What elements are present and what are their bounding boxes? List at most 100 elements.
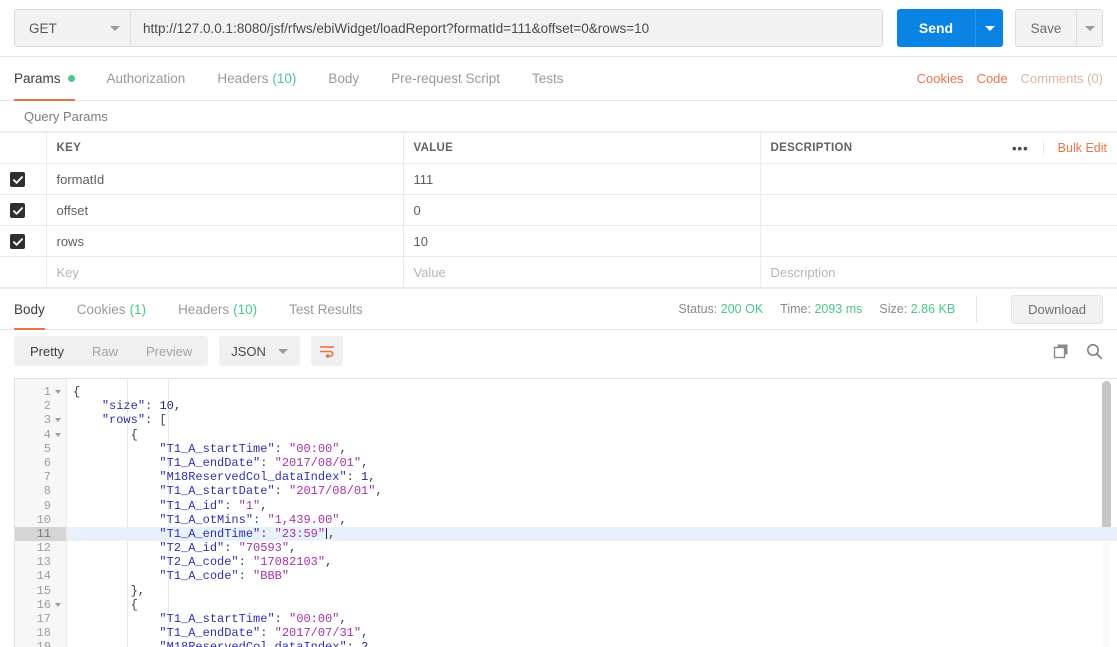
code-line: "M18ReservedCol_dataIndex": 1, <box>159 470 376 485</box>
line-number: 7 <box>43 470 51 485</box>
line-number: 15 <box>36 583 51 598</box>
send-button[interactable]: Send <box>897 9 975 47</box>
url-input[interactable]: http://127.0.0.1:8080/jsf/rfws/ebiWidget… <box>131 9 883 47</box>
send-options-button[interactable] <box>975 9 1003 47</box>
http-method-select[interactable]: GET <box>14 9 131 47</box>
response-tab-test-results[interactable]: Test Results <box>273 289 379 329</box>
body-toolbar-actions <box>1053 343 1103 360</box>
new-key-input[interactable]: Key <box>46 256 404 288</box>
code-line: { <box>130 597 138 612</box>
format-select[interactable]: JSON <box>219 336 300 366</box>
row-description[interactable] <box>760 194 1117 226</box>
header-key: KEY <box>46 132 404 164</box>
tab-headers-count: (10) <box>272 71 297 86</box>
format-select-label: JSON <box>231 343 266 359</box>
save-options-button[interactable] <box>1077 9 1103 47</box>
status-label: Status: <box>678 302 718 316</box>
code-line: "T1_A_startTime": "00:00", <box>159 441 347 456</box>
checkbox-icon[interactable] <box>10 172 25 188</box>
copy-button[interactable] <box>1053 343 1070 360</box>
checkbox-icon[interactable] <box>10 234 25 250</box>
fold-arrow-icon[interactable] <box>55 432 61 437</box>
search-button[interactable] <box>1086 343 1103 360</box>
tab-body-label: Body <box>328 71 360 86</box>
line-number: 10 <box>36 512 51 527</box>
line-number: 6 <box>43 455 51 470</box>
json-code-area[interactable]: { "size": 10, "rows": [ { "T1_A_startTim… <box>67 379 1117 647</box>
bulk-edit-link[interactable]: Bulk Edit <box>1042 141 1107 155</box>
response-tab-cookies-count: (1) <box>129 301 147 317</box>
more-options-icon[interactable]: ••• <box>998 142 1043 155</box>
line-number: 18 <box>36 626 51 641</box>
row-key[interactable]: offset <box>46 194 404 226</box>
view-mode-raw[interactable]: Raw <box>78 338 132 364</box>
tab-body[interactable]: Body <box>312 57 375 100</box>
code-line: "T1_A_startTime": "00:00", <box>159 612 347 626</box>
code-line: "M18ReservedCol_dataIndex": 2, <box>67 640 1117 647</box>
code-link[interactable]: Code <box>977 71 1008 86</box>
code-line: "T1_A_endTime": "23:59", <box>67 526 1117 542</box>
row-description[interactable] <box>760 163 1117 195</box>
row-value[interactable]: 111 <box>403 163 761 195</box>
line-number: 17 <box>36 612 51 626</box>
cookies-link[interactable]: Cookies <box>917 71 964 86</box>
tab-headers[interactable]: Headers (10) <box>201 57 312 100</box>
download-button[interactable]: Download <box>1011 294 1103 324</box>
response-tab-body[interactable]: Body <box>14 289 61 330</box>
response-tab-headers-count: (10) <box>233 301 258 317</box>
view-mode-preview[interactable]: Preview <box>132 338 206 364</box>
response-tab-headers-label: Headers <box>178 301 230 317</box>
code-line: }, <box>130 583 146 598</box>
text-cursor <box>326 527 328 539</box>
http-method-label: GET <box>29 20 57 36</box>
row-key[interactable]: rows <box>46 225 404 257</box>
view-mode-pretty[interactable]: Pretty <box>16 338 78 364</box>
response-tabs: Body Cookies (1) Headers (10) Test Resul… <box>0 288 1117 330</box>
word-wrap-toggle[interactable] <box>310 336 343 366</box>
status-group: Status: 200 OK <box>678 302 763 316</box>
size-value: 2.86 KB <box>910 302 956 316</box>
header-checkbox-cell <box>0 132 47 164</box>
table-row: formatId 111 <box>0 163 1117 195</box>
line-number: 8 <box>43 484 51 499</box>
save-button[interactable]: Save <box>1015 9 1077 47</box>
fold-arrow-icon[interactable] <box>55 418 61 423</box>
response-tab-cookies[interactable]: Cookies (1) <box>61 289 162 329</box>
tab-tests[interactable]: Tests <box>516 57 580 100</box>
tab-authorization[interactable]: Authorization <box>91 57 202 100</box>
header-value: VALUE <box>403 132 761 164</box>
response-tab-body-label: Body <box>14 301 45 317</box>
fold-arrow-icon[interactable] <box>55 602 61 607</box>
copy-icon <box>1053 344 1068 358</box>
line-number: 3 <box>15 413 66 427</box>
row-value[interactable]: 10 <box>403 225 761 257</box>
code-line: "T2_A_code": "17082103", <box>159 555 333 570</box>
tab-params-label: Params <box>14 71 61 86</box>
row-value[interactable]: 0 <box>403 194 761 226</box>
chevron-down-icon <box>984 25 995 31</box>
comments-link[interactable]: Comments (0) <box>1021 71 1103 86</box>
row-description[interactable] <box>760 225 1117 257</box>
line-number: 5 <box>43 441 51 456</box>
response-body-editor[interactable]: 12345678910111213141516171819 { "size": … <box>14 378 1117 647</box>
table-row: offset 0 <box>0 194 1117 226</box>
view-mode-segment: Pretty Raw Preview <box>14 336 209 366</box>
header-description: DESCRIPTION ••• Bulk Edit <box>760 132 1117 164</box>
tab-params[interactable]: Params <box>14 57 91 101</box>
request-tabs: Params Authorization Headers (10) Body P… <box>0 57 1117 101</box>
new-description-input[interactable]: Description <box>760 256 1117 288</box>
time-value: 2093 ms <box>814 302 863 316</box>
code-line: "T1_A_otMins": "1,439.00", <box>159 512 347 527</box>
row-key[interactable]: formatId <box>46 163 404 195</box>
code-line: "T2_A_id": "70593", <box>159 541 297 556</box>
row-checkbox-cell <box>0 194 47 226</box>
tab-pre-request-script[interactable]: Pre-request Script <box>375 57 516 100</box>
size-group: Size: 2.86 KB <box>879 302 955 316</box>
fold-arrow-icon[interactable] <box>55 390 61 395</box>
checkbox-icon[interactable] <box>10 203 25 219</box>
new-value-input[interactable]: Value <box>403 256 761 288</box>
header-description-label: DESCRIPTION <box>770 142 853 154</box>
response-tab-headers[interactable]: Headers (10) <box>162 289 273 329</box>
table-header-row: KEY VALUE DESCRIPTION ••• Bulk Edit <box>0 132 1117 164</box>
chevron-down-icon <box>277 348 288 354</box>
